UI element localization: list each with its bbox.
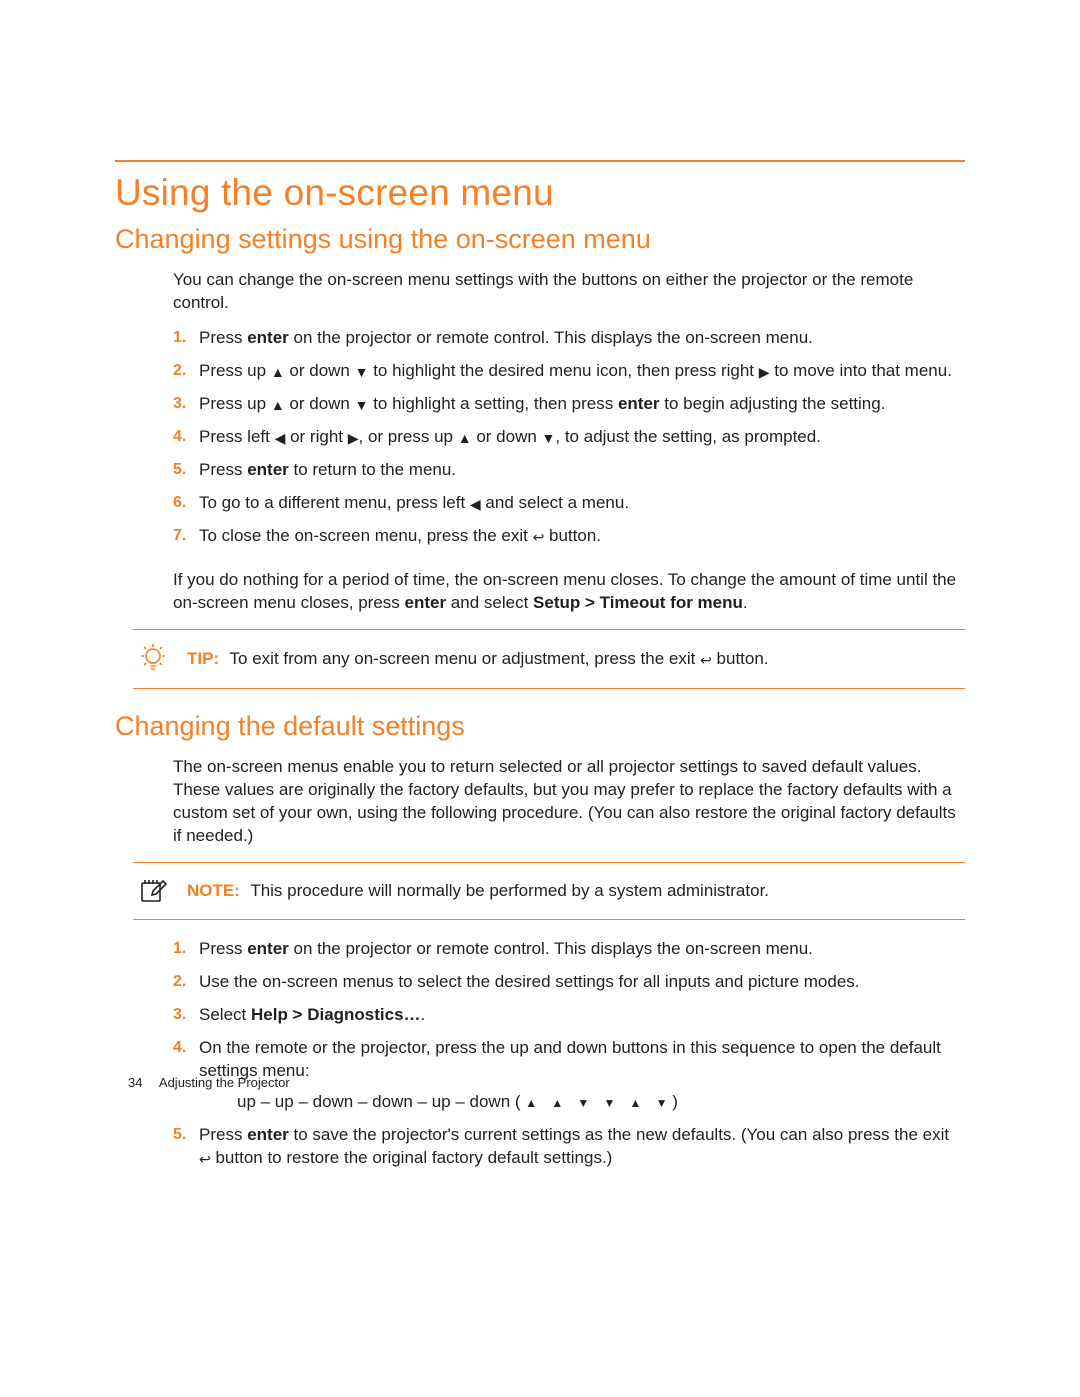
right-icon: ▶ xyxy=(759,365,770,379)
up-icon: ▲ xyxy=(271,365,285,379)
step-number: 5. xyxy=(173,459,186,481)
tip-callout-wrap: TIP: To exit from any on-screen menu or … xyxy=(133,629,965,689)
step4-sequence: up – up – down – down – up – down ( ▲ ▲ … xyxy=(237,1091,965,1114)
tip-icon xyxy=(133,642,173,676)
section2-title: Changing the default settings xyxy=(115,711,965,742)
page-title: Using the on-screen menu xyxy=(115,172,965,214)
section1-steps: 1. Press enter on the projector or remot… xyxy=(173,327,965,558)
section2-steps: 1. Press enter on the projector or remot… xyxy=(173,938,965,1180)
step-text: Press enter on the projector or remote c… xyxy=(199,939,813,958)
step-item: 1. Press enter on the projector or remot… xyxy=(173,938,965,971)
up-icon: ▲ xyxy=(630,1097,642,1109)
content-area: Using the on-screen menu Changing settin… xyxy=(115,160,965,1192)
back-icon: ↩ xyxy=(700,653,712,667)
step-text: Press enter to return to the menu. xyxy=(199,460,456,479)
tip-callout: TIP: To exit from any on-screen menu or … xyxy=(133,629,965,689)
note-callout: NOTE: This procedure will normally be pe… xyxy=(133,862,965,920)
step-item: 5. Press enter to save the projector's c… xyxy=(173,1124,965,1180)
step-text: To close the on-screen menu, press the e… xyxy=(199,526,601,545)
step-text: On the remote or the projector, press th… xyxy=(199,1038,941,1080)
up-icon: ▲ xyxy=(271,398,285,412)
left-icon: ◀ xyxy=(470,497,481,511)
up-icon: ▲ xyxy=(525,1097,537,1109)
step-number: 3. xyxy=(173,1004,186,1026)
step-text: Press up ▲ or down ▼ to highlight the de… xyxy=(199,361,952,380)
step-text: Press enter to save the projector's curr… xyxy=(199,1125,949,1167)
section1-after: If you do nothing for a period of time, … xyxy=(173,569,965,615)
step-number: 6. xyxy=(173,492,186,514)
step-item: 2. Use the on-screen menus to select the… xyxy=(173,971,965,1004)
section1-intro: You can change the on-screen menu settin… xyxy=(173,269,965,315)
down-icon: ▼ xyxy=(355,398,369,412)
step-text: Use the on-screen menus to select the de… xyxy=(199,972,860,991)
back-icon: ↩ xyxy=(533,530,545,544)
step-item: 4. On the remote or the projector, press… xyxy=(173,1037,965,1124)
back-icon: ↩ xyxy=(199,1152,211,1166)
section1-body: You can change the on-screen menu settin… xyxy=(173,269,965,615)
step-number: 1. xyxy=(173,938,186,960)
section2-body: The on-screen menus enable you to return… xyxy=(173,756,965,848)
step-item: 3. Select Help > Diagnostics…. xyxy=(173,1004,965,1037)
step-number: 7. xyxy=(173,525,186,547)
step-number: 3. xyxy=(173,393,186,415)
down-icon: ▼ xyxy=(603,1097,615,1109)
down-icon: ▼ xyxy=(577,1097,589,1109)
step-text: Press left ◀ or right ▶, or press up ▲ o… xyxy=(199,427,821,446)
tip-text: TIP: To exit from any on-screen menu or … xyxy=(187,649,769,669)
down-icon: ▼ xyxy=(355,365,369,379)
up-icon: ▲ xyxy=(551,1097,563,1109)
step-item: 1. Press enter on the projector or remot… xyxy=(173,327,965,360)
step-text: Select Help > Diagnostics…. xyxy=(199,1005,425,1024)
step-item: 4. Press left ◀ or right ▶, or press up … xyxy=(173,426,965,459)
step-number: 4. xyxy=(173,426,186,448)
step-number: 5. xyxy=(173,1124,186,1146)
step-item: 3. Press up ▲ or down ▼ to highlight a s… xyxy=(173,393,965,426)
note-text: NOTE: This procedure will normally be pe… xyxy=(187,881,769,901)
tip-label: TIP: xyxy=(187,649,219,668)
notepad-icon xyxy=(137,875,169,907)
page-footer: 34 Adjusting the Projector xyxy=(128,1075,290,1090)
section1-title: Changing settings using the on-screen me… xyxy=(115,224,965,255)
page-number: 34 xyxy=(128,1075,156,1090)
step-text: Press up ▲ or down ▼ to highlight a sett… xyxy=(199,394,885,413)
step-item: 6. To go to a different menu, press left… xyxy=(173,492,965,525)
note-callout-wrap: NOTE: This procedure will normally be pe… xyxy=(133,862,965,920)
step-item: 5. Press enter to return to the menu. xyxy=(173,459,965,492)
step-item: 7. To close the on-screen menu, press th… xyxy=(173,525,965,558)
note-label: NOTE: xyxy=(187,881,240,900)
section2-steps-block: 1. Press enter on the projector or remot… xyxy=(173,938,965,1180)
step-number: 2. xyxy=(173,971,186,993)
note-icon xyxy=(133,875,173,907)
top-rule xyxy=(115,160,965,162)
step-number: 4. xyxy=(173,1037,186,1059)
left-icon: ◀ xyxy=(275,431,286,445)
down-icon: ▼ xyxy=(542,431,556,445)
lightbulb-icon xyxy=(136,642,170,676)
step-text: To go to a different menu, press left ◀ … xyxy=(199,493,629,512)
step-number: 1. xyxy=(173,327,186,349)
section2-intro: The on-screen menus enable you to return… xyxy=(173,756,965,848)
running-head: Adjusting the Projector xyxy=(159,1075,290,1090)
page: Using the on-screen menu Changing settin… xyxy=(0,0,1080,1397)
right-icon: ▶ xyxy=(348,431,359,445)
step-item: 2. Press up ▲ or down ▼ to highlight the… xyxy=(173,360,965,393)
step-number: 2. xyxy=(173,360,186,382)
up-icon: ▲ xyxy=(458,431,472,445)
down-icon: ▼ xyxy=(656,1097,668,1109)
step-text: Press enter on the projector or remote c… xyxy=(199,328,813,347)
